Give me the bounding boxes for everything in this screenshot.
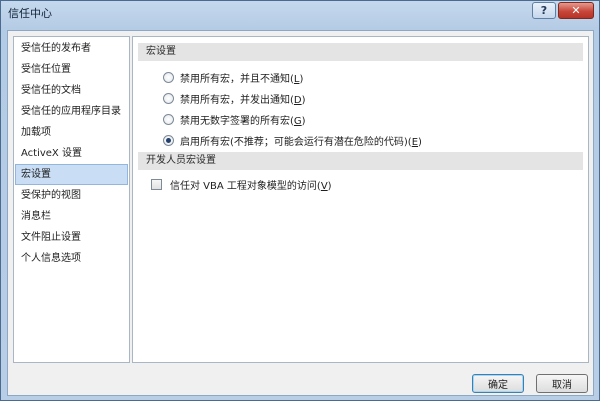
radio-button-selected[interactable] <box>163 134 174 146</box>
radio-disable-no-notify[interactable]: 禁用所有宏，并且不通知(L) <box>163 69 303 85</box>
window-title: 信任中心 <box>8 7 52 20</box>
category-sidebar: 受信任的发布者 受信任位置 受信任的文档 受信任的应用程序目录 加载项 Acti… <box>13 36 130 363</box>
radio-button[interactable] <box>163 92 174 104</box>
radio-disable-with-notify[interactable]: 禁用所有宏，并发出通知(D) <box>163 90 306 106</box>
radio-enable-all[interactable]: 启用所有宏(不推荐；可能会运行有潜在危险的代码)(E) <box>163 132 422 148</box>
radio-label: 禁用无数字签署的所有宏(G) <box>180 115 306 127</box>
close-icon: ✕ <box>571 4 581 17</box>
sidebar-item-protected-view[interactable]: 受保护的视图 <box>15 185 128 206</box>
radio-label: 禁用所有宏，并且不通知(L) <box>180 73 304 85</box>
sidebar-item-trusted-locations[interactable]: 受信任位置 <box>15 59 128 80</box>
developer-settings-header: 开发人员宏设置 <box>138 152 583 170</box>
macro-settings-header: 宏设置 <box>138 43 583 61</box>
sidebar-item-privacy-options[interactable]: 个人信息选项 <box>15 248 128 269</box>
radio-label: 启用所有宏(不推荐；可能会运行有潜在危险的代码)(E) <box>180 136 422 148</box>
settings-panel: 宏设置 禁用所有宏，并且不通知(L) 禁用所有宏，并发出通知(D) 禁用无数字签… <box>132 36 589 363</box>
radio-button[interactable] <box>163 71 174 83</box>
sidebar-item-trusted-app-catalogs[interactable]: 受信任的应用程序目录 <box>15 101 128 122</box>
help-button[interactable]: ? <box>532 2 556 19</box>
checkbox-trust-vba-access[interactable]: 信任对 VBA 工程对象模型的访问(V) <box>151 176 332 192</box>
sidebar-item-add-ins[interactable]: 加载项 <box>15 122 128 143</box>
sidebar-item-trusted-documents[interactable]: 受信任的文档 <box>15 80 128 101</box>
checkbox[interactable] <box>151 178 162 190</box>
ok-button[interactable]: 确定 <box>472 374 524 393</box>
help-icon: ? <box>540 4 548 17</box>
sidebar-item-activex-settings[interactable]: ActiveX 设置 <box>15 143 128 164</box>
radio-button[interactable] <box>163 113 174 125</box>
sidebar-item-file-block-settings[interactable]: 文件阻止设置 <box>15 227 128 248</box>
cancel-button[interactable]: 取消 <box>536 374 588 393</box>
checkbox-label: 信任对 VBA 工程对象模型的访问(V) <box>170 180 332 192</box>
radio-label: 禁用所有宏，并发出通知(D) <box>180 94 306 106</box>
sidebar-item-macro-settings[interactable]: 宏设置 <box>15 164 128 185</box>
sidebar-item-message-bar[interactable]: 消息栏 <box>15 206 128 227</box>
close-button[interactable]: ✕ <box>558 2 594 19</box>
trust-center-window: 信任中心 ? ✕ 受信任的发布者 受信任位置 受信任的文档 受信任的应用程序目录… <box>0 0 600 401</box>
title-bar: 信任中心 ? ✕ <box>1 1 599 23</box>
sidebar-item-trusted-publishers[interactable]: 受信任的发布者 <box>15 38 128 59</box>
dialog-body: 受信任的发布者 受信任位置 受信任的文档 受信任的应用程序目录 加载项 Acti… <box>7 30 594 396</box>
radio-disable-unsigned[interactable]: 禁用无数字签署的所有宏(G) <box>163 111 306 127</box>
